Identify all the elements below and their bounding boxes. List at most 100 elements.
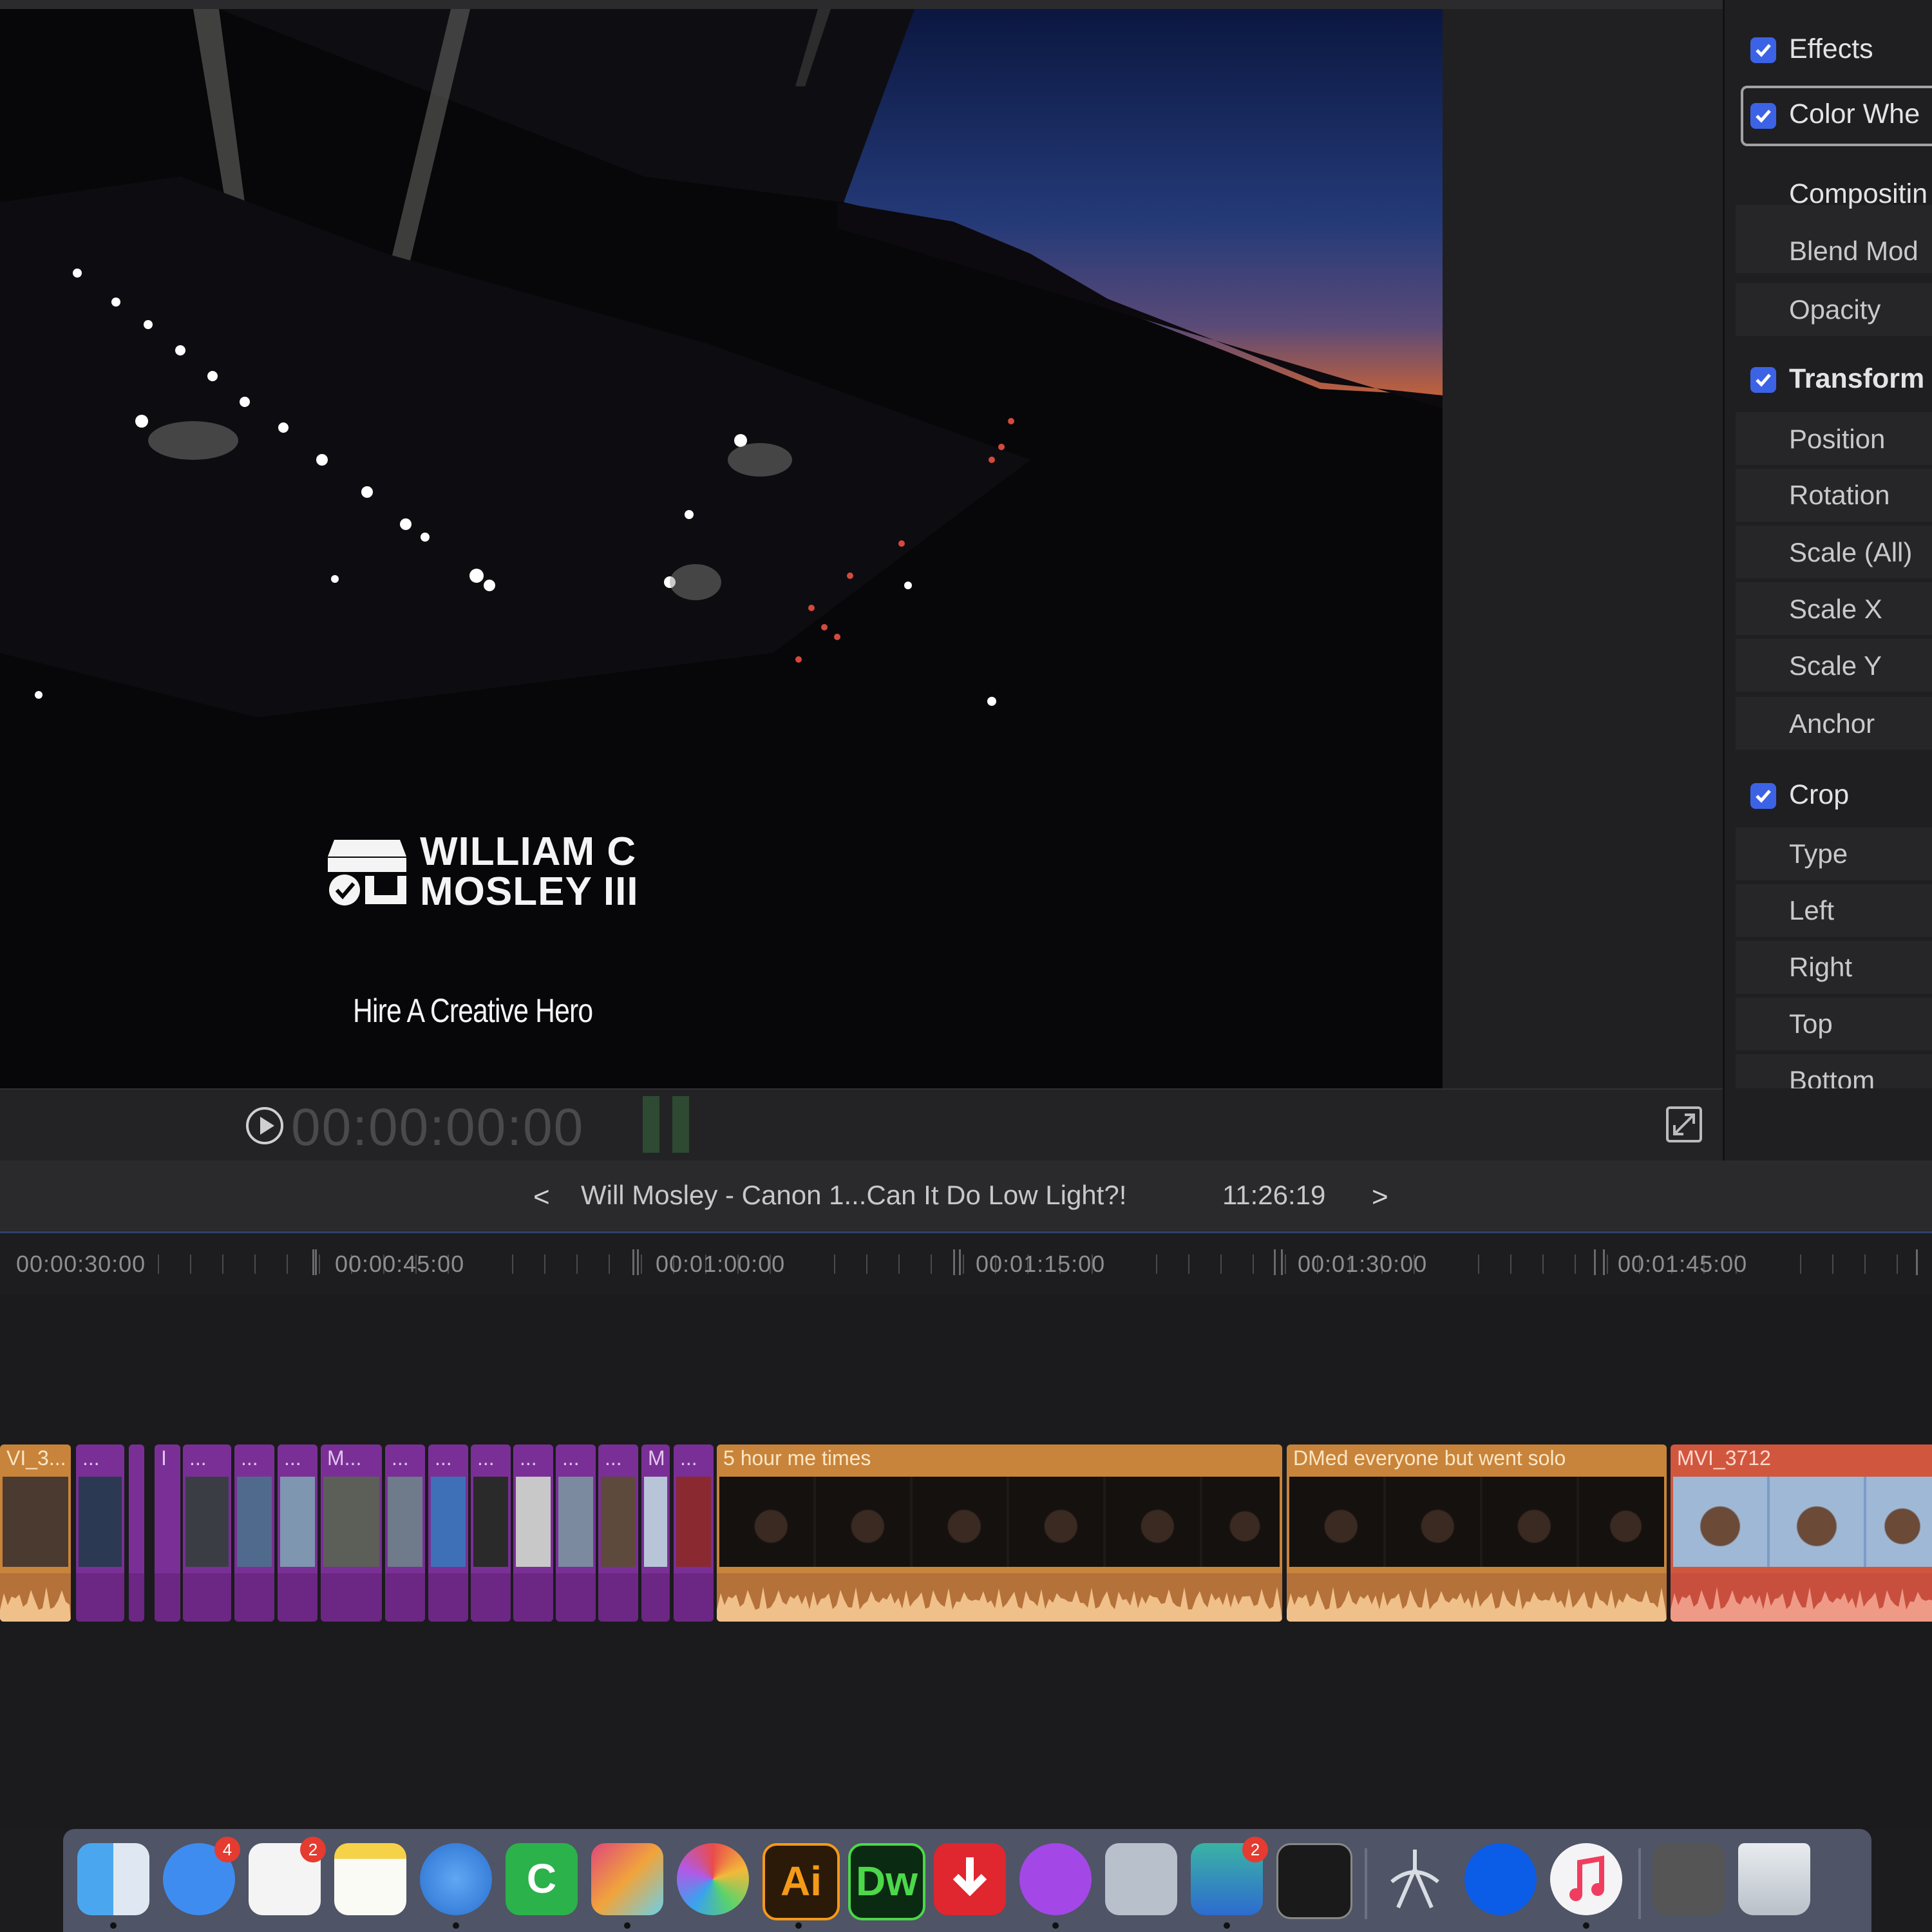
clip-0[interactable]: VI_3... — [0, 1444, 71, 1622]
clip-frame-thumbnail — [1673, 1477, 1767, 1567]
param-crop-type[interactable]: Type — [1789, 838, 1848, 869]
inspector-section-transform[interactable]: Transform — [1789, 363, 1924, 395]
ruler-major-tick — [959, 1249, 961, 1275]
previous-project-button[interactable]: < — [533, 1181, 550, 1213]
terminal-icon[interactable] — [1276, 1843, 1352, 1919]
toolbar-strip — [0, 0, 1723, 9]
clip-frame-thumbnail — [719, 1477, 813, 1567]
clip-title: 5 hour me times — [723, 1446, 871, 1470]
clip-frame-thumbnail — [1009, 1477, 1103, 1567]
ruler-tick — [1897, 1255, 1898, 1274]
clip-13[interactable]: ... — [598, 1444, 638, 1622]
ruler-tick — [158, 1255, 159, 1274]
ruler-label: 00:01:15:00 — [976, 1251, 1106, 1277]
clip-16[interactable]: 5 hour me times — [717, 1444, 1282, 1622]
ruler-label: 00:01:30:00 — [1298, 1251, 1428, 1277]
ruler-major-tick — [637, 1249, 639, 1275]
clip-12[interactable]: ... — [556, 1444, 596, 1622]
dreamweaver-icon[interactable]: Dw — [848, 1843, 925, 1920]
fullscreen-icon[interactable] — [1665, 1106, 1703, 1143]
dropbox-icon[interactable] — [1464, 1843, 1537, 1915]
screenshot-icon[interactable] — [1105, 1843, 1177, 1915]
downloader-icon[interactable] — [934, 1843, 1006, 1915]
clip-8[interactable]: ... — [385, 1444, 425, 1622]
illustrator-icon[interactable]: Ai — [762, 1843, 840, 1920]
camtasia-icon[interactable]: C — [506, 1843, 578, 1915]
trash-icon[interactable] — [1738, 1843, 1810, 1915]
clip-18[interactable]: MVI_3712 — [1671, 1444, 1932, 1622]
param-anchor[interactable]: Anchor — [1789, 708, 1875, 739]
clip-14[interactable]: M — [641, 1444, 670, 1622]
param-rotation[interactable]: Rotation — [1789, 480, 1889, 511]
clip-3[interactable]: I — [155, 1444, 180, 1622]
param-position[interactable]: Position — [1789, 424, 1885, 455]
color-wheels-checkbox[interactable] — [1750, 103, 1776, 129]
automator-icon[interactable] — [1379, 1843, 1451, 1915]
clip-11[interactable]: ... — [513, 1444, 553, 1622]
notes-icon[interactable] — [334, 1843, 406, 1915]
param-crop-right[interactable]: Right — [1789, 952, 1852, 983]
clip-frame-thumbnail — [1482, 1477, 1577, 1567]
crop-checkbox[interactable] — [1750, 783, 1776, 809]
inspector-section-crop[interactable]: Crop — [1789, 779, 1849, 811]
clip-1[interactable]: ... — [76, 1444, 124, 1622]
running-indicator — [1583, 1922, 1589, 1929]
final-cut-pro-icon[interactable] — [591, 1843, 663, 1915]
effects-checkbox[interactable] — [1750, 37, 1776, 63]
ruler-major-tick — [312, 1249, 314, 1275]
clip-title: MVI_3712 — [1677, 1446, 1771, 1470]
music-icon[interactable] — [1550, 1843, 1622, 1915]
param-scale-all[interactable]: Scale (All) — [1789, 537, 1912, 568]
clip-title: M — [648, 1446, 665, 1470]
scanner-icon[interactable] — [1653, 1843, 1725, 1915]
clip-7[interactable]: M... — [321, 1444, 382, 1622]
safari-icon[interactable] — [420, 1843, 492, 1915]
app-glyph: Dw — [856, 1858, 918, 1904]
clip-title: DMed everyone but went solo — [1293, 1446, 1566, 1470]
clip-6[interactable]: ... — [278, 1444, 317, 1622]
play-icon[interactable] — [245, 1106, 285, 1146]
clip-frame-thumbnail — [816, 1477, 910, 1567]
running-indicator — [110, 1922, 117, 1929]
ruler-tick — [609, 1255, 610, 1274]
clip-title: M... — [327, 1446, 362, 1470]
timecode-display[interactable]: 00:00:00:00 — [291, 1097, 584, 1158]
clip-frame-thumbnail — [1289, 1477, 1383, 1567]
param-crop-left[interactable]: Left — [1789, 895, 1834, 926]
clip-frame-thumbnail — [913, 1477, 1007, 1567]
ruler-tick — [1864, 1255, 1866, 1274]
podcasts-icon[interactable] — [1019, 1843, 1092, 1915]
ruler-tick — [931, 1255, 932, 1274]
clip-9[interactable]: ... — [428, 1444, 468, 1622]
clip-frame-thumbnail — [1866, 1477, 1932, 1567]
ruler-major-tick — [1594, 1249, 1596, 1275]
param-scale-x[interactable]: Scale X — [1789, 594, 1882, 625]
project-name: Will Mosley - Canon 1...Can It Do Low Li… — [581, 1180, 1127, 1210]
motion-icon[interactable] — [677, 1843, 749, 1915]
clip-10[interactable]: ... — [471, 1444, 511, 1622]
inspector-effect-color-wheels[interactable]: Color Whe — [1789, 99, 1920, 130]
param-blend-mode[interactable]: Blend Mod — [1789, 236, 1918, 267]
clip-17[interactable]: DMed everyone but went solo — [1287, 1444, 1667, 1622]
clip-15[interactable]: ... — [674, 1444, 714, 1622]
inspector-section-compositing[interactable]: Compositin — [1789, 178, 1927, 210]
app-glyph: Ai — [781, 1858, 822, 1904]
finder-icon[interactable] — [77, 1843, 149, 1915]
running-indicator — [1224, 1922, 1230, 1929]
dock-separator — [1638, 1848, 1641, 1919]
ruler-label: 00:01:45:00 — [1618, 1251, 1748, 1277]
video-preview[interactable] — [0, 9, 1443, 1088]
clip-2[interactable] — [129, 1444, 144, 1622]
param-crop-top[interactable]: Top — [1789, 1009, 1833, 1039]
param-scale-y[interactable]: Scale Y — [1789, 650, 1882, 681]
clip-5[interactable]: ... — [234, 1444, 274, 1622]
clip-title: ... — [189, 1446, 207, 1470]
ruler-tick — [1542, 1255, 1544, 1274]
transform-checkbox[interactable] — [1750, 367, 1776, 393]
clip-4[interactable]: ... — [183, 1444, 231, 1622]
audio-meter-left — [643, 1096, 659, 1153]
next-project-button[interactable]: > — [1372, 1181, 1388, 1213]
param-opacity[interactable]: Opacity — [1789, 294, 1880, 325]
inspector-section-effects[interactable]: Effects — [1789, 33, 1873, 65]
param-crop-bottom[interactable]: Bottom — [1789, 1065, 1875, 1088]
